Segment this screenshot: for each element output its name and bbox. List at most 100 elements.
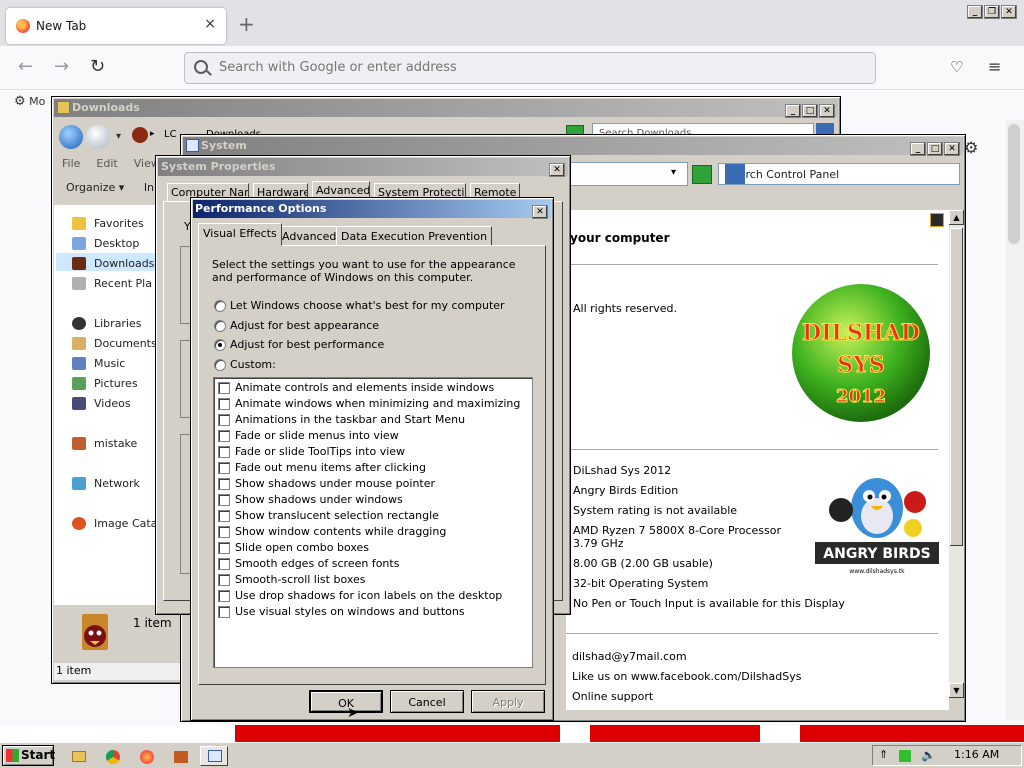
new-tab-button[interactable]: +	[238, 12, 255, 36]
ok-button[interactable]: OK	[309, 690, 383, 713]
address-dropdown-icon[interactable]: ▾	[671, 167, 676, 178]
checkbox[interactable]	[218, 398, 230, 410]
menu-file[interactable]: File	[62, 157, 80, 170]
support-line[interactable]: Like us on www.facebook.com/DilshadSys	[572, 670, 801, 683]
svg-text:2012: 2012	[836, 386, 886, 407]
browser-window-controls: _ ❐ ✕	[966, 4, 1017, 20]
checkbox[interactable]	[218, 510, 230, 522]
close-button[interactable]: ✕	[532, 205, 548, 219]
folder-icon	[57, 101, 70, 114]
checkbox[interactable]	[218, 542, 230, 554]
tray-expand-icon[interactable]: ⇑	[879, 748, 888, 761]
checkbox[interactable]	[218, 430, 230, 442]
close-tab-icon[interactable]: ×	[204, 16, 216, 32]
tab-advanced[interactable]: Advanced	[277, 226, 342, 246]
radio-button[interactable]	[214, 339, 226, 351]
search-icon[interactable]	[725, 164, 745, 184]
close-button[interactable]: ✕	[1001, 5, 1017, 19]
system-scroll-thumb[interactable]	[950, 228, 963, 546]
checkbox[interactable]	[218, 462, 230, 474]
url-input[interactable]	[217, 59, 817, 76]
forward-icon[interactable]: →	[54, 56, 69, 77]
support-line[interactable]: dilshad@y7mail.com	[572, 650, 687, 663]
tab-data-execution-prevention[interactable]: Data Execution Prevention	[336, 226, 493, 246]
effect-label: Fade or slide menus into view	[235, 429, 399, 442]
nav-item-label: Recent Pla	[94, 277, 152, 290]
checkbox[interactable]	[218, 414, 230, 426]
system-info-line: DiLshad Sys 2012	[573, 464, 672, 477]
tab-visual-effects[interactable]: Visual Effects	[198, 223, 282, 246]
tools-taskbar-icon[interactable]	[166, 746, 194, 766]
close-button[interactable]: ✕	[944, 142, 960, 156]
performance-options-titlebar[interactable]: Performance Options ✕	[193, 200, 551, 219]
pocket-icon[interactable]: ♡	[950, 58, 963, 76]
radio-button[interactable]	[214, 300, 226, 312]
checkbox[interactable]	[218, 478, 230, 490]
volume-icon[interactable]: 🔈	[921, 748, 936, 762]
checkbox[interactable]	[218, 382, 230, 394]
include-in-library-button[interactable]: In	[144, 181, 154, 194]
system-info-line: AMD Ryzen 7 5800X 8-Core Processor	[573, 524, 781, 537]
close-button[interactable]: ✕	[819, 104, 835, 118]
tab-new-tab[interactable]: New Tab ×	[6, 8, 226, 44]
page-scroll-thumb[interactable]	[1008, 124, 1020, 244]
radio-label: Adjust for best performance	[230, 338, 385, 351]
address-bar[interactable]	[184, 52, 876, 84]
organize-button[interactable]: Organize ▾	[66, 181, 124, 194]
menu-icon[interactable]: ≡	[988, 57, 1001, 76]
apply-button[interactable]: Apply	[471, 690, 545, 713]
angry-bird-file-icon[interactable]	[78, 612, 112, 652]
clock[interactable]: 1:16 AM	[954, 748, 999, 761]
breadcrumb-root[interactable]: LC	[164, 129, 177, 140]
checkbox[interactable]	[218, 590, 230, 602]
minimize-button[interactable]: _	[785, 104, 801, 118]
start-button[interactable]: Start	[2, 745, 55, 766]
firefox-taskbar-icon[interactable]	[132, 746, 160, 766]
network-tray-icon[interactable]	[899, 750, 911, 762]
back-icon[interactable]	[59, 125, 83, 149]
search-control-panel-input[interactable]: Search Control Panel	[718, 163, 960, 185]
checkbox[interactable]	[218, 446, 230, 458]
scroll-down-icon[interactable]: ▼	[949, 683, 964, 698]
checkbox[interactable]	[218, 574, 230, 586]
settings-gear-icon[interactable]: ⚙	[964, 138, 978, 157]
radio-button[interactable]	[214, 320, 226, 332]
support-line[interactable]: Online support	[572, 690, 653, 703]
downloads-titlebar[interactable]: Downloads _ □ ✕	[54, 99, 838, 118]
nav-item-label: Favorites	[94, 217, 144, 230]
minimize-button[interactable]: _	[910, 142, 926, 156]
refresh-icon[interactable]	[692, 165, 712, 184]
checkbox[interactable]	[218, 526, 230, 538]
back-icon[interactable]: ←	[18, 56, 33, 77]
scroll-up-icon[interactable]: ▲	[949, 210, 964, 225]
close-button[interactable]: ✕	[549, 163, 565, 177]
recent-pages-icon[interactable]: ▾	[116, 131, 121, 142]
effect-label: Fade or slide ToolTips into view	[235, 445, 406, 458]
minimize-button[interactable]: _	[967, 5, 983, 19]
pictures-icon	[72, 377, 86, 390]
reload-icon[interactable]: ↻	[90, 56, 105, 77]
restore-button[interactable]: ❐	[984, 5, 1000, 19]
maximize-button[interactable]: □	[927, 142, 943, 156]
desktop-icon	[72, 237, 86, 250]
cancel-button[interactable]: Cancel	[390, 690, 464, 713]
forward-icon[interactable]	[86, 125, 110, 149]
effect-label: Fade out menu items after clicking	[235, 461, 426, 474]
checkbox[interactable]	[218, 494, 230, 506]
svg-text:DILSHAD: DILSHAD	[802, 320, 920, 346]
system-titlebar[interactable]: System _ □ ✕	[183, 137, 963, 156]
help-icon[interactable]	[930, 213, 944, 227]
radio-button[interactable]	[214, 359, 226, 371]
menu-edit[interactable]: Edit	[96, 157, 117, 170]
nav-item-label: mistake	[94, 437, 138, 450]
breadcrumb-arrow-icon[interactable]: ▸	[150, 129, 155, 139]
system-properties-titlebar[interactable]: System Properties ✕	[158, 158, 568, 177]
system-properties-taskbar-icon[interactable]	[200, 746, 228, 766]
chrome-taskbar-icon[interactable]	[98, 746, 126, 766]
explorer-taskbar-icon[interactable]	[64, 746, 92, 766]
system-info-line: System rating is not available	[573, 504, 738, 517]
checkbox[interactable]	[218, 606, 230, 618]
maximize-button[interactable]: □	[802, 104, 818, 118]
checkbox[interactable]	[218, 558, 230, 570]
bookmark-item[interactable]: ⚙ Mo	[14, 94, 45, 109]
